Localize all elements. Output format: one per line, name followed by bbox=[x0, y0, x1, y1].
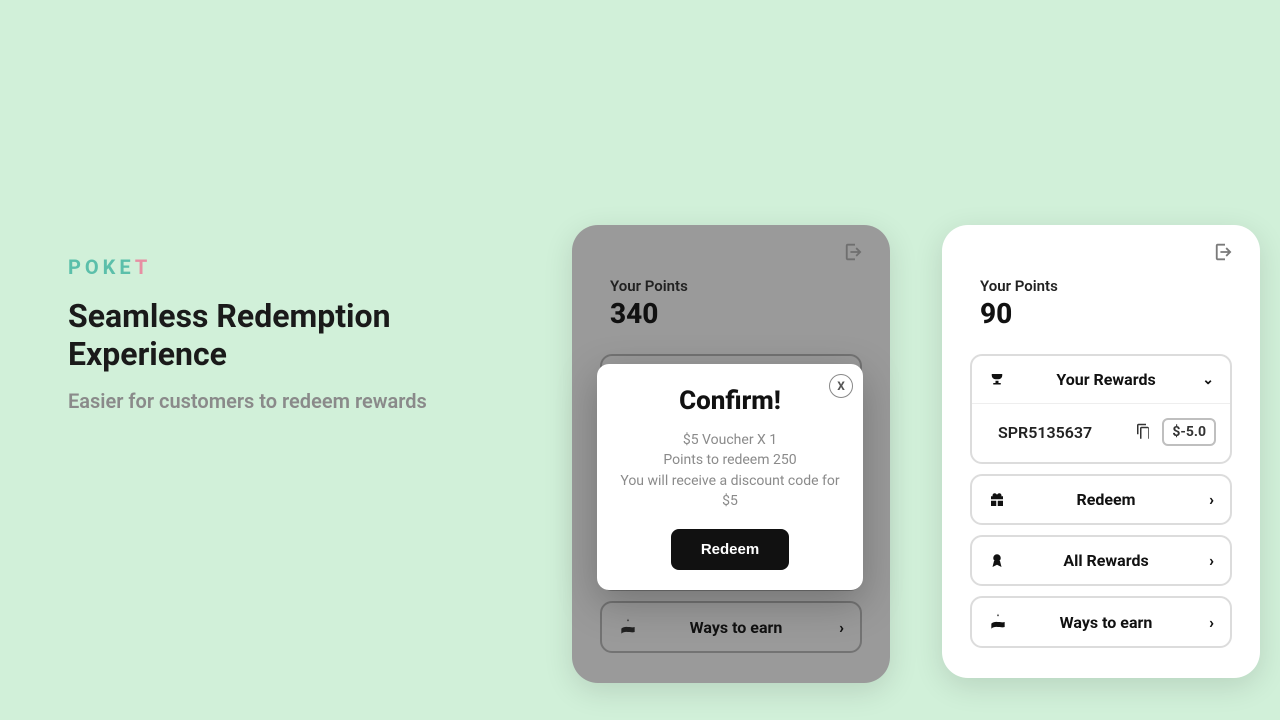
redeem-label: Redeem bbox=[1016, 490, 1196, 509]
close-icon: X bbox=[837, 379, 845, 393]
modal-line-3: You will receive a discount code for $5 bbox=[615, 471, 845, 512]
brand-logo: POKET bbox=[68, 255, 448, 279]
voucher-amount-chip[interactable]: $-5.0 bbox=[1162, 418, 1216, 446]
chevron-right-icon: › bbox=[1196, 490, 1214, 509]
modal-line-2: Points to redeem 250 bbox=[615, 450, 845, 470]
hand-coin-icon bbox=[618, 617, 646, 637]
gift-icon bbox=[988, 491, 1016, 509]
logout-icon[interactable] bbox=[1214, 241, 1236, 263]
badge-icon bbox=[988, 552, 1016, 570]
logo-main: POKE bbox=[68, 255, 135, 279]
copy-icon[interactable] bbox=[1134, 423, 1152, 441]
phone-mock-rewards: Your Points 90 Your Rewards ⌄ SPR5135637… bbox=[942, 225, 1260, 678]
your-rewards-card[interactable]: Your Rewards ⌄ SPR5135637 $-5.0 bbox=[970, 354, 1232, 464]
ways-to-earn-card[interactable]: Ways to earn › bbox=[970, 596, 1232, 648]
chevron-right-icon: › bbox=[1196, 613, 1214, 632]
ways-to-earn-label: Ways to earn bbox=[1016, 613, 1196, 632]
redeem-button[interactable]: Redeem bbox=[671, 529, 789, 570]
points-label: Your Points bbox=[610, 277, 852, 295]
headline: Seamless Redemption Experience bbox=[68, 297, 448, 374]
voucher-row: SPR5135637 $-5.0 bbox=[972, 403, 1230, 462]
logout-icon[interactable] bbox=[844, 241, 866, 263]
points-label: Your Points bbox=[980, 277, 1222, 295]
your-rewards-label: Your Rewards bbox=[1016, 370, 1196, 389]
promo-copy: POKET Seamless Redemption Experience Eas… bbox=[68, 255, 448, 414]
redeem-card[interactable]: Redeem › bbox=[970, 474, 1232, 525]
ways-to-earn-card[interactable]: Ways to earn › bbox=[600, 601, 862, 653]
subheadline: Easier for customers to redeem rewards bbox=[68, 388, 448, 414]
close-button[interactable]: X bbox=[829, 374, 853, 398]
trophy-icon bbox=[988, 371, 1016, 389]
all-rewards-label: All Rewards bbox=[1016, 551, 1196, 570]
modal-title: Confirm! bbox=[615, 386, 845, 416]
ways-to-earn-label: Ways to earn bbox=[646, 618, 826, 637]
modal-line-1: $5 Voucher X 1 bbox=[615, 430, 845, 450]
voucher-code: SPR5135637 bbox=[986, 423, 1124, 442]
all-rewards-card[interactable]: All Rewards › bbox=[970, 535, 1232, 586]
chevron-down-icon: ⌄ bbox=[1196, 372, 1214, 388]
confirm-modal: X Confirm! $5 Voucher X 1 Points to rede… bbox=[597, 364, 863, 590]
points-value: 340 bbox=[610, 297, 852, 330]
hand-coin-icon bbox=[988, 612, 1016, 632]
chevron-right-icon: › bbox=[826, 618, 844, 637]
logo-accent: T bbox=[135, 255, 151, 279]
chevron-right-icon: › bbox=[1196, 551, 1214, 570]
points-value: 90 bbox=[980, 297, 1222, 330]
